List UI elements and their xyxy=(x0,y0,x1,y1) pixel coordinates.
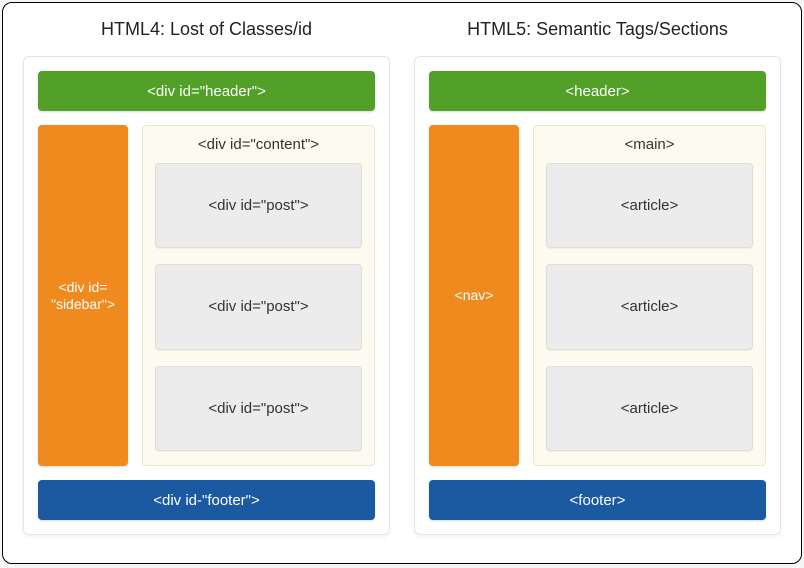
html5-panel: HTML5: Semantic Tags/Sections <header> <… xyxy=(414,19,781,535)
html4-footer-box: <div id-"footer"> xyxy=(38,480,375,520)
html5-post-box: <article> xyxy=(546,163,753,248)
html5-card: <header> <nav> <main> <article> <article… xyxy=(414,56,781,535)
html5-sidebar-box: <nav> xyxy=(429,125,519,466)
html4-sidebar-box: <div id= "sidebar"> xyxy=(38,125,128,466)
html4-header-box: <div id="header"> xyxy=(38,71,375,111)
html5-content-title: <main> xyxy=(546,136,753,153)
html4-panel: HTML4: Lost of Classes/id <div id="heade… xyxy=(23,19,390,535)
html4-post-box: <div id="post"> xyxy=(155,366,362,451)
html4-title: HTML4: Lost of Classes/id xyxy=(23,19,390,40)
html5-footer-box: <footer> xyxy=(429,480,766,520)
html5-title: HTML5: Semantic Tags/Sections xyxy=(414,19,781,40)
html4-content-box: <div id="content"> <div id="post"> <div … xyxy=(142,125,375,466)
html4-post-box: <div id="post"> xyxy=(155,264,362,349)
html5-posts: <article> <article> <article> xyxy=(546,163,753,451)
html5-content-box: <main> <article> <article> <article> xyxy=(533,125,766,466)
diagram-container: HTML4: Lost of Classes/id <div id="heade… xyxy=(2,2,802,564)
html4-content-title: <div id="content"> xyxy=(155,136,362,153)
html4-posts: <div id="post"> <div id="post"> <div id=… xyxy=(155,163,362,451)
html4-post-box: <div id="post"> xyxy=(155,163,362,248)
html5-post-box: <article> xyxy=(546,366,753,451)
html4-card: <div id="header"> <div id= "sidebar"> <d… xyxy=(23,56,390,535)
html5-middle: <nav> <main> <article> <article> <articl… xyxy=(429,125,766,466)
html5-header-box: <header> xyxy=(429,71,766,111)
html4-middle: <div id= "sidebar"> <div id="content"> <… xyxy=(38,125,375,466)
html5-post-box: <article> xyxy=(546,264,753,349)
